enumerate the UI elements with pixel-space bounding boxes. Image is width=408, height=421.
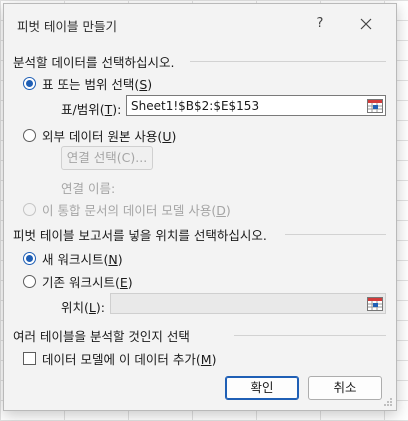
table-range-input[interactable]: Sheet1!$B$2:$E$153: [126, 95, 386, 116]
connection-name-label: 연결 이름:: [61, 181, 116, 196]
add-to-data-model-option[interactable]: 데이터 모델에 이 데이터 추가(M): [23, 349, 216, 368]
external-source-label: 외부 데이터 원본 사용(U): [42, 129, 177, 144]
data-source-heading: 분석할 데이터를 선택하십시오.: [13, 55, 175, 70]
data-model-label: 이 통합 문서의 데이터 모델 사용(D): [42, 203, 231, 218]
create-pivot-table-dialog: 피벗 테이블 만들기 ? 분석할 데이터를 선택하십시오. 표 또는 범위 선택…: [3, 3, 397, 411]
existing-worksheet-radio[interactable]: [23, 275, 36, 288]
new-worksheet-radio[interactable]: [23, 252, 36, 265]
help-button[interactable]: ?: [306, 12, 334, 36]
new-worksheet-option[interactable]: 새 워크시트(N): [23, 249, 123, 268]
range-select-icon: [366, 98, 383, 113]
title-bar[interactable]: 피벗 테이블 만들기 ?: [4, 4, 396, 42]
close-button[interactable]: [352, 12, 380, 36]
data-model-radio[interactable]: [23, 203, 36, 216]
multiple-tables-heading: 여러 테이블을 분석할 것인지 선택: [13, 329, 190, 344]
select-range-label: 표 또는 범위 선택(S): [42, 77, 153, 92]
location-input[interactable]: [110, 293, 386, 314]
table-range-value: Sheet1!$B$2:$E$153: [131, 99, 260, 113]
external-source-radio[interactable]: [23, 129, 36, 142]
ok-button[interactable]: 확인: [225, 376, 299, 400]
choose-connection-button[interactable]: 연결 선택(C)...: [61, 146, 153, 170]
table-range-label: 표/범위(T):: [61, 102, 122, 117]
existing-worksheet-option[interactable]: 기존 워크시트(E): [23, 272, 133, 291]
section-divider: [234, 335, 386, 336]
add-to-data-model-checkbox[interactable]: [23, 352, 36, 365]
add-to-data-model-label: 데이터 모델에 이 데이터 추가(M): [42, 352, 217, 367]
location-label: 위치(L):: [61, 300, 105, 315]
location-collapse-button[interactable]: [365, 294, 384, 313]
cancel-button[interactable]: 취소: [308, 376, 382, 400]
new-worksheet-label: 새 워크시트(N): [42, 252, 123, 267]
range-select-icon: [366, 296, 383, 311]
help-icon: ?: [316, 16, 324, 31]
external-source-option[interactable]: 외부 데이터 원본 사용(U): [23, 126, 176, 145]
location-heading: 피벗 테이블 보고서를 넣을 위치를 선택하십시오.: [13, 228, 267, 243]
resize-grip-icon[interactable]: [383, 397, 393, 407]
table-range-collapse-button[interactable]: [365, 96, 384, 115]
select-range-radio[interactable]: [23, 77, 36, 90]
data-model-option[interactable]: 이 통합 문서의 데이터 모델 사용(D): [23, 200, 231, 219]
section-divider: [285, 234, 386, 235]
section-divider: [190, 61, 386, 62]
close-icon: [360, 18, 372, 30]
dialog-title: 피벗 테이블 만들기: [17, 19, 117, 34]
existing-worksheet-label: 기존 워크시트(E): [42, 275, 133, 290]
select-range-option[interactable]: 표 또는 범위 선택(S): [23, 74, 152, 93]
